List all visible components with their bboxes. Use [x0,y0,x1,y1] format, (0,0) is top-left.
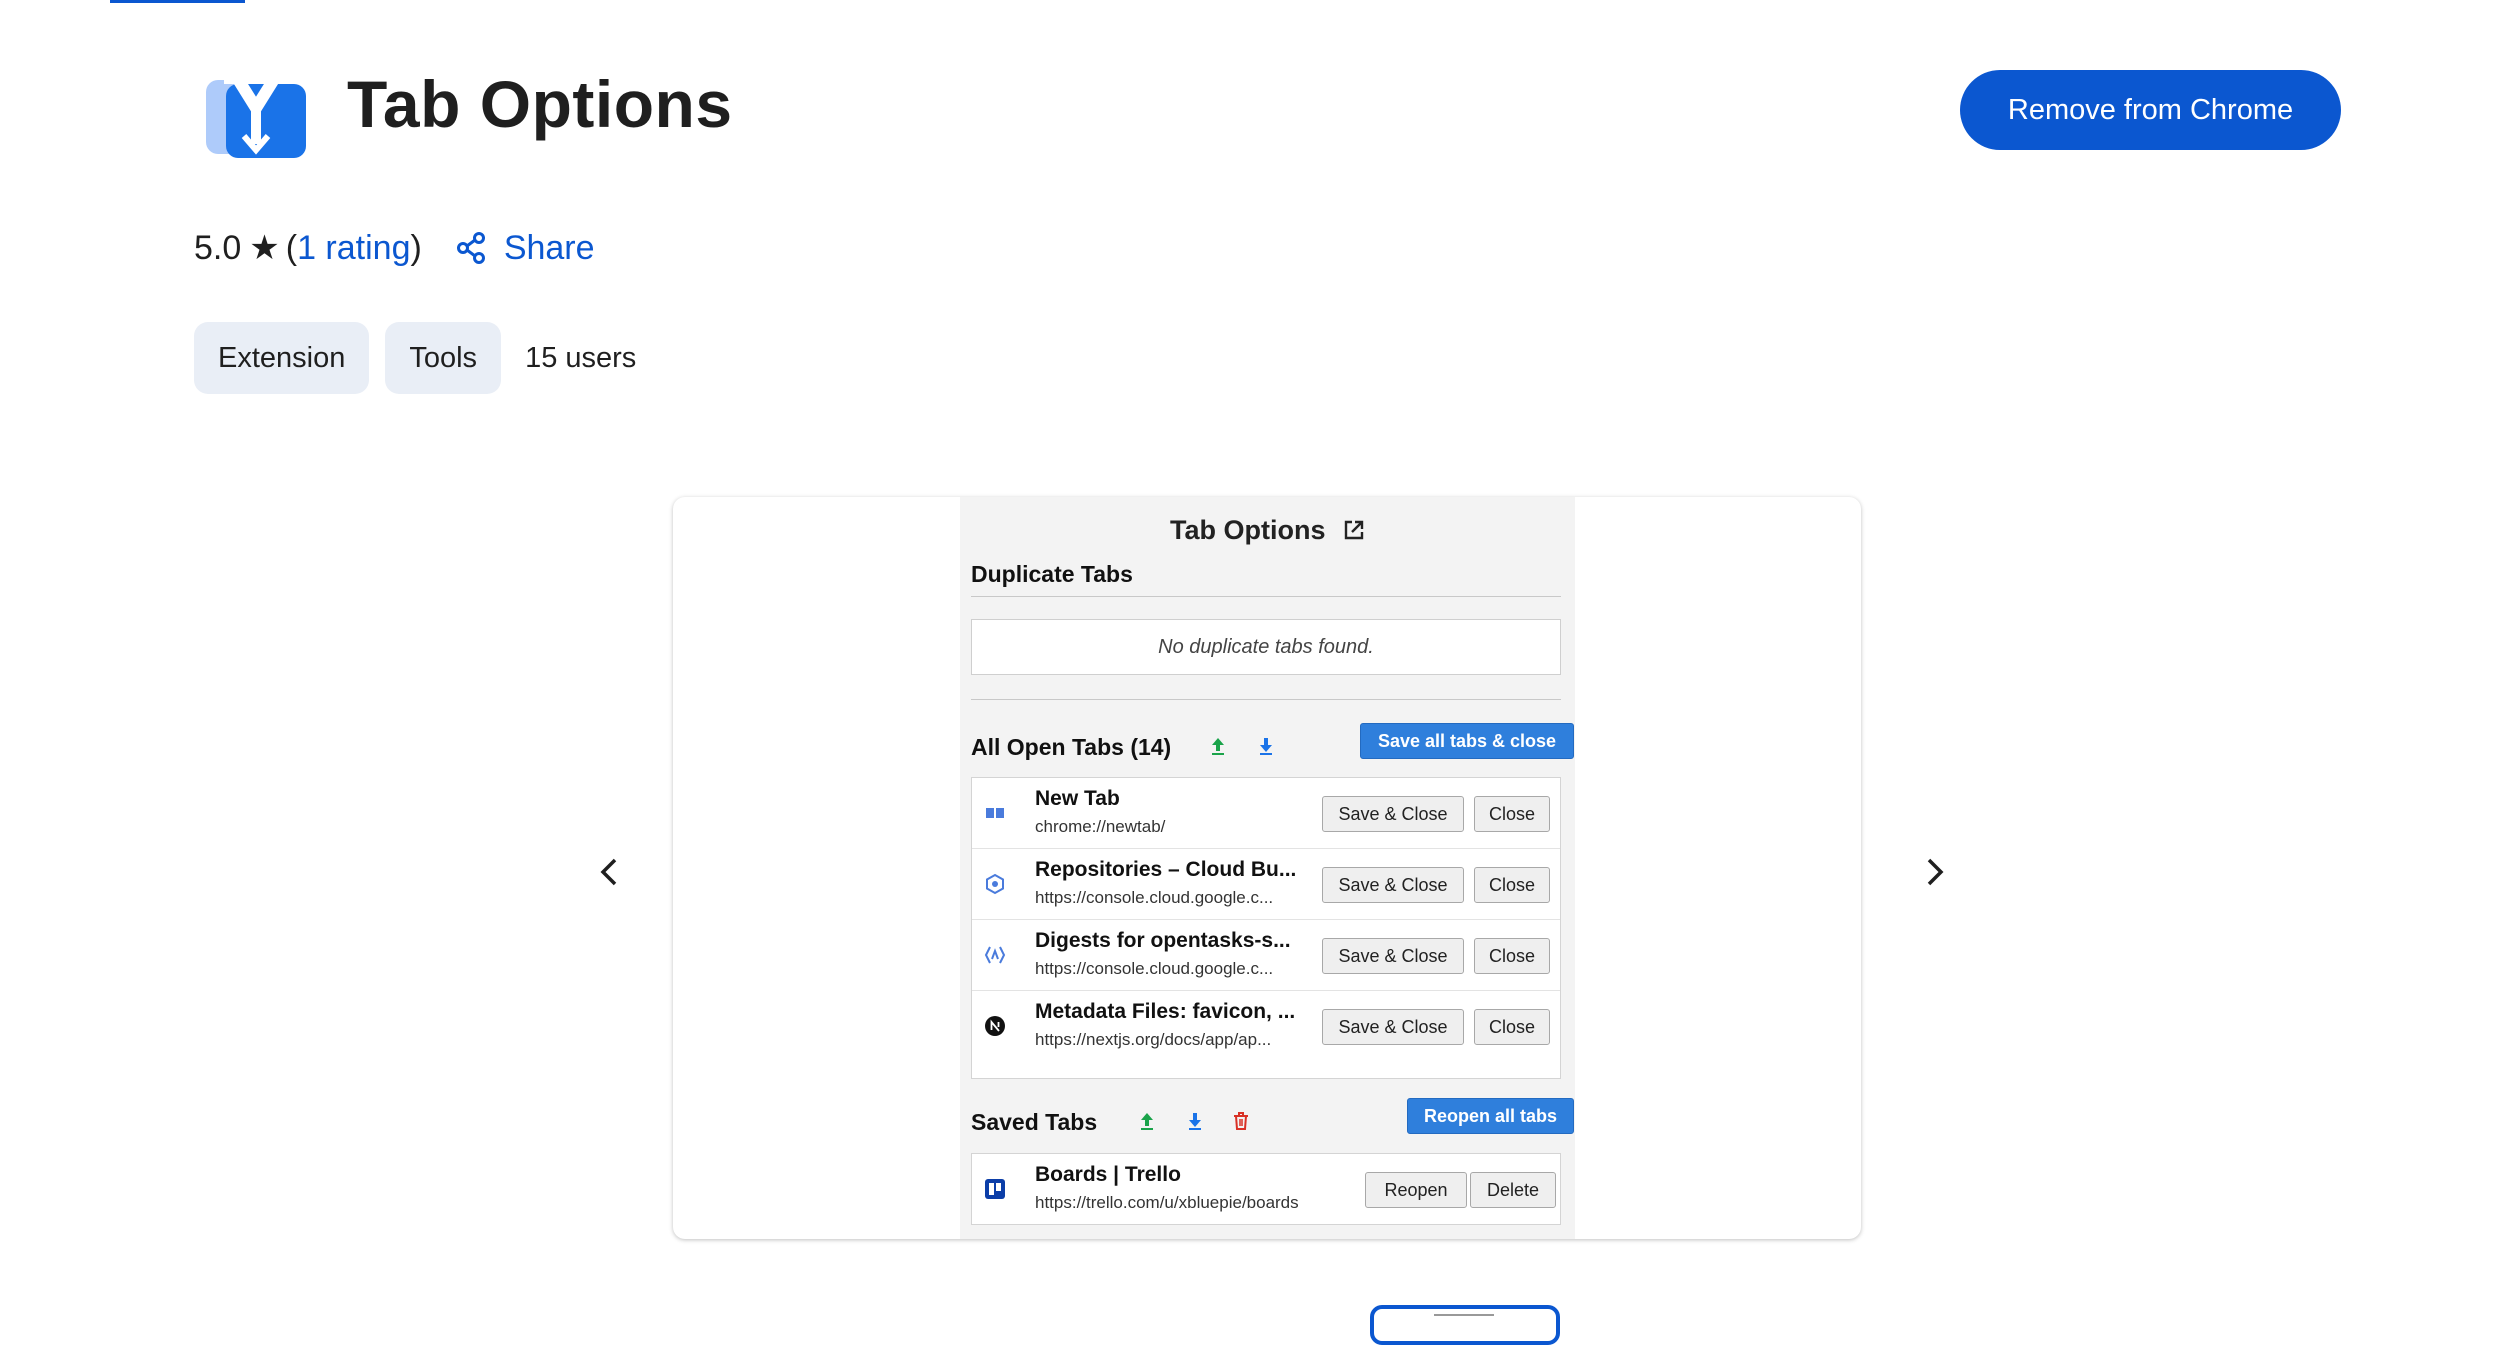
upload-icon[interactable] [1136,1110,1158,1132]
remove-from-chrome-button[interactable]: Remove from Chrome [1960,70,2341,150]
category-chips: Extension Tools 15 users [194,322,636,394]
close-button[interactable]: Close [1474,938,1550,974]
popup-title: Tab Options [960,515,1575,546]
extension-popup-screenshot: Tab Options Duplicate Tabs No duplicate … [960,497,1575,1239]
tab-title: New Tab [1035,787,1120,810]
upload-icon[interactable] [1207,735,1229,757]
divider [971,596,1561,597]
saved-tabs-heading: Saved Tabs [971,1109,1098,1135]
chevron-right-icon [1927,858,1944,886]
share-icon [456,232,485,264]
tab-options-logo-icon [200,70,312,160]
tab-url: https://nextjs.org/docs/app/ap... [1035,1030,1272,1049]
no-duplicates-message: No duplicate tabs found. [971,619,1561,675]
save-close-button[interactable]: Save & Close [1322,938,1464,974]
download-icon[interactable] [1255,735,1277,757]
saved-tabs-list: Boards | Trello https://trello.com/u/xbl… [971,1153,1561,1225]
carousel-next-button[interactable] [1912,850,1956,894]
share-label: Share [503,228,595,267]
tab-title: Digests for opentasks-s... [1035,929,1291,952]
tab-url: https://console.cloud.google.c... [1035,959,1274,978]
saved-tab-row: Boards | Trello https://trello.com/u/xbl… [972,1154,1560,1224]
close-button[interactable]: Close [1474,1009,1550,1045]
chip-extension[interactable]: Extension [194,322,370,394]
download-icon[interactable] [1184,1110,1206,1132]
share-button[interactable]: Share [456,229,595,268]
open-tab-row: Metadata Files: favicon, ... https://nex… [972,991,1560,1061]
rating-score: 5.0 [194,228,242,267]
star-icon: ★ [249,229,280,267]
save-close-button[interactable]: Save & Close [1322,867,1464,903]
open-tab-row: Repositories – Cloud Bu... https://conso… [972,849,1560,920]
save-close-button[interactable]: Save & Close [1322,1009,1464,1045]
tab-url: https://trello.com/u/xbluepie/boards [1035,1193,1299,1212]
carousel-prev-button[interactable] [588,850,632,894]
save-all-tabs-close-button[interactable]: Save all tabs & close [1360,723,1574,759]
active-tab-indicator [110,0,245,3]
divider [971,699,1561,700]
tab-title: Repositories – Cloud Bu... [1035,858,1297,881]
tab-url: https://console.cloud.google.c... [1035,888,1274,907]
chevron-left-icon [600,858,617,886]
page-title: Tab Options [347,67,733,141]
reopen-button[interactable]: Reopen [1365,1172,1467,1208]
open-tabs-heading: All Open Tabs (14) [971,734,1172,760]
tab-url: chrome://newtab/ [1035,817,1166,836]
nextjs-favicon-icon [985,1016,1005,1036]
rating-close-paren: ) [410,228,422,267]
popup-title-text: Tab Options [1169,515,1326,545]
open-tab-row: Digests for opentasks-s... https://conso… [972,920,1560,991]
open-tab-row: New Tab chrome://newtab/ Save & Close Cl… [972,778,1560,849]
external-link-icon [1344,520,1364,540]
screenshot-thumbnail[interactable] [1370,1305,1560,1345]
rating-count-link[interactable]: 1 rating [297,229,410,268]
tab-title: Boards | Trello [1035,1163,1181,1186]
open-tabs-list: New Tab chrome://newtab/ Save & Close Cl… [971,777,1561,1079]
thumbnail-preview [1434,1314,1494,1316]
artifact-registry-favicon-icon [984,946,1006,964]
delete-button[interactable]: Delete [1470,1172,1556,1208]
rating-row: 5.0 ★ ( 1 rating ) Share [194,228,595,268]
save-close-button[interactable]: Save & Close [1322,796,1464,832]
screenshot-carousel-slide: Tab Options Duplicate Tabs No duplicate … [673,497,1861,1239]
close-button[interactable]: Close [1474,867,1550,903]
users-count: 15 users [525,341,637,374]
new-tab-favicon-icon [986,808,1004,818]
cloud-build-favicon-icon [986,873,1004,895]
close-button[interactable]: Close [1474,796,1550,832]
trash-icon[interactable] [1230,1110,1252,1132]
duplicate-tabs-heading: Duplicate Tabs [971,561,1133,587]
chip-tools[interactable]: Tools [385,322,502,394]
rating-open-paren: ( [285,228,298,267]
trello-favicon-icon [985,1179,1005,1199]
reopen-all-tabs-button[interactable]: Reopen all tabs [1407,1098,1574,1134]
tab-title: Metadata Files: favicon, ... [1035,1000,1296,1023]
